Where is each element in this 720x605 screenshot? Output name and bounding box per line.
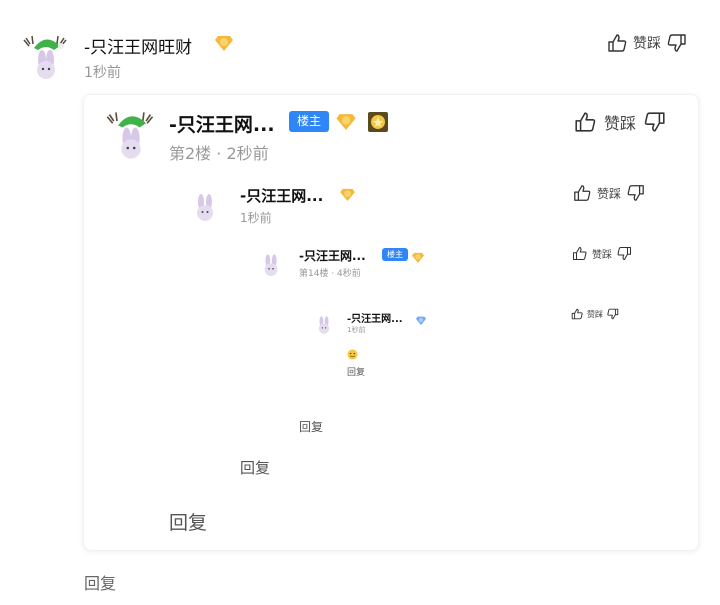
avatar[interactable]	[314, 313, 334, 335]
avatar[interactable]	[190, 189, 220, 223]
level-badge-icon	[336, 113, 356, 134]
vote-label: 赞踩	[587, 309, 603, 319]
vote-label: 赞踩	[592, 250, 612, 261]
avatar[interactable]	[259, 250, 283, 278]
thumbs-down-icon[interactable]	[607, 308, 619, 320]
thumbs-up-icon[interactable]	[574, 111, 596, 133]
username[interactable]: -只汪王网...	[240, 185, 323, 206]
reply-button[interactable]: 回复	[299, 418, 323, 435]
bunny-avatar-icon	[318, 316, 330, 334]
bunny-avatar-icon	[23, 35, 67, 79]
level-badge-icon	[215, 35, 233, 55]
vote-actions: 赞踩	[573, 184, 645, 202]
thumbs-up-icon[interactable]	[607, 33, 627, 53]
avatar[interactable]	[20, 30, 72, 82]
vote-actions: 赞踩	[607, 33, 687, 53]
vote-label: 赞踩	[604, 114, 637, 133]
timestamp: 1秒前	[84, 65, 121, 81]
floor-and-time: 第14楼 · 4秒前	[299, 269, 361, 279]
thumbs-up-icon[interactable]	[571, 308, 583, 320]
op-badge: 楼主	[289, 111, 329, 132]
reply-button[interactable]: 回复	[240, 457, 270, 478]
bunny-avatar-icon	[106, 112, 154, 159]
level-badge-icon	[416, 310, 426, 329]
level-badge-icon	[412, 248, 424, 267]
bunny-avatar-icon	[264, 254, 278, 276]
username[interactable]: -只汪王网...	[299, 247, 366, 264]
floor-and-time: 第2楼 · 2秒前	[169, 144, 269, 163]
bunny-avatar-icon	[197, 194, 213, 221]
vote-label: 赞踩	[633, 36, 661, 52]
thumbs-down-icon[interactable]	[644, 111, 666, 133]
timestamp: 1秒前	[240, 211, 272, 225]
username[interactable]: -只汪王网旺财	[84, 33, 192, 58]
emoji-icon	[347, 345, 358, 364]
avatar[interactable]	[103, 106, 159, 162]
thumbs-up-icon[interactable]	[573, 184, 591, 202]
thumbs-down-icon[interactable]	[617, 246, 632, 261]
reply-button[interactable]: 回复	[84, 570, 116, 594]
vote-actions: 赞踩	[571, 308, 619, 320]
thumbs-up-icon[interactable]	[572, 246, 587, 261]
medal-icon	[367, 111, 389, 137]
thumbs-down-icon[interactable]	[627, 184, 645, 202]
vote-actions: 赞踩	[574, 110, 666, 134]
op-badge: 楼主	[382, 248, 408, 261]
timestamp: 1秒前	[347, 326, 366, 334]
thumbs-down-icon[interactable]	[667, 33, 687, 53]
vote-label: 赞踩	[597, 186, 622, 201]
username[interactable]: -只汪王网...	[347, 310, 403, 325]
reply-button[interactable]: 回复	[347, 365, 365, 378]
vote-actions: 赞踩	[572, 246, 632, 261]
reply-button[interactable]: 回复	[169, 508, 207, 535]
username[interactable]: -只汪王网...	[169, 110, 275, 137]
level-badge-icon	[340, 186, 355, 205]
